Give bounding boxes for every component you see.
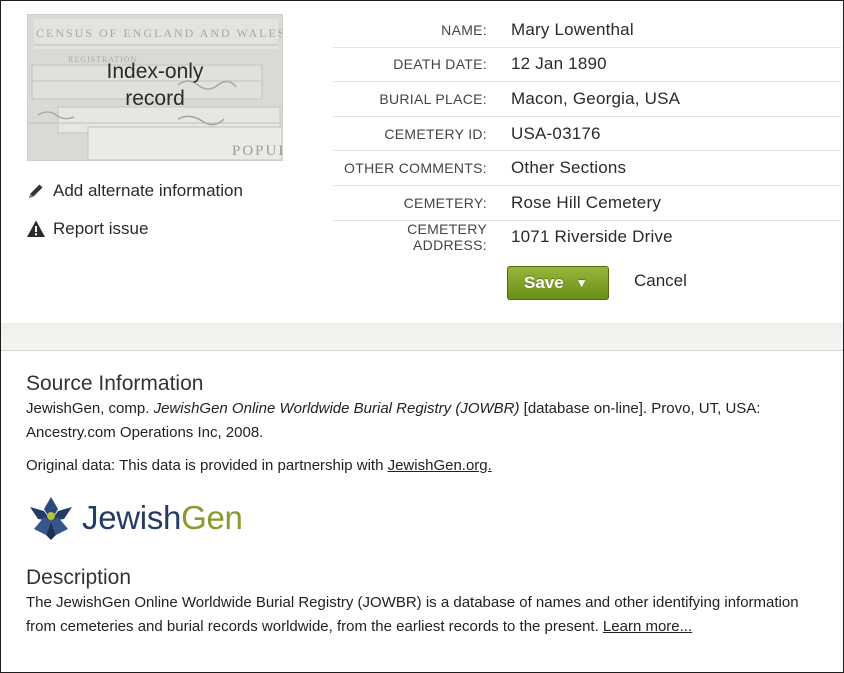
field-value: Other Sections: [511, 158, 627, 178]
citation-title: JewishGen Online Worldwide Burial Regist…: [153, 400, 520, 417]
logo-part-jewish: Jewish: [82, 499, 182, 536]
thumb-bg-title: CENSUS OF ENGLAND AND WALES: [36, 26, 282, 40]
source-information-heading: Source Information: [26, 372, 204, 395]
field-row-cemetery-address: CEMETERY ADDRESS: 1071 Riverside Drive: [333, 221, 841, 255]
thumbnail-label: Index-only record: [28, 58, 282, 112]
learn-more-link[interactable]: Learn more...: [603, 618, 692, 635]
cancel-button[interactable]: Cancel: [634, 271, 687, 291]
jewishgen-logo[interactable]: JewishGen: [28, 493, 243, 543]
field-label: CEMETERY ID:: [384, 125, 487, 142]
original-data-note: Original data: This data is provided in …: [26, 454, 826, 478]
pencil-icon: [29, 184, 43, 198]
report-issue-link[interactable]: Report issue: [26, 217, 148, 241]
field-value: Mary Lowenthal: [511, 19, 634, 39]
field-row-name: NAME: Mary Lowenthal: [333, 13, 841, 48]
field-row-cemetery-id: CEMETERY ID: USA-03176: [333, 117, 841, 152]
field-label: NAME:: [441, 21, 487, 38]
field-label: CEMETERY:: [403, 194, 487, 211]
citation-prefix: JewishGen, comp.: [26, 400, 154, 417]
logo-part-gen: Gen: [181, 499, 243, 536]
report-issue-label: Report issue: [53, 219, 149, 238]
thumbnail-label-line1: Index-only: [106, 60, 204, 83]
field-value: Macon, Georgia, USA: [511, 88, 681, 108]
description-heading: Description: [26, 566, 132, 589]
field-label: CEMETERY ADDRESS:: [407, 221, 487, 254]
original-data-prefix: Original data: This data is provided in …: [26, 457, 388, 474]
record-thumbnail[interactable]: CENSUS OF ENGLAND AND WALES REGISTRATION…: [27, 14, 283, 161]
add-alternate-info-label: Add alternate information: [53, 181, 243, 200]
add-alternate-info-link[interactable]: Add alternate information: [26, 179, 243, 203]
save-button-label: Save: [524, 273, 564, 292]
page-frame: CENSUS OF ENGLAND AND WALES REGISTRATION…: [0, 0, 844, 673]
thumbnail-label-line2: record: [125, 87, 185, 110]
field-value: 12 Jan 1890: [511, 54, 607, 74]
warning-icon: [27, 220, 45, 237]
field-label: OTHER COMMENTS:: [344, 160, 487, 177]
field-row-burial-place: BURIAL PLACE: Macon, Georgia, USA: [333, 82, 841, 117]
record-fields: NAME: Mary Lowenthal DEATH DATE: 12 Jan …: [333, 13, 841, 254]
source-citation: JewishGen, comp. JewishGen Online Worldw…: [26, 397, 826, 445]
description-text: The JewishGen Online Worldwide Burial Re…: [26, 591, 831, 639]
field-row-death-date: DEATH DATE: 12 Jan 1890: [333, 48, 841, 83]
section-divider-band: [1, 323, 843, 351]
field-row-cemetery: CEMETERY: Rose Hill Cemetery: [333, 186, 841, 221]
jewishgen-emblem-icon: [30, 497, 72, 540]
field-label: BURIAL PLACE:: [379, 90, 487, 107]
field-row-other-comments: OTHER COMMENTS: Other Sections: [333, 151, 841, 186]
dropdown-caret-icon[interactable]: ▼: [576, 276, 588, 290]
thumb-bg-bottom: POPUL: [232, 143, 282, 159]
record-card: CENSUS OF ENGLAND AND WALES REGISTRATION…: [1, 1, 843, 324]
jewishgen-wordmark: JewishGen: [82, 499, 243, 537]
field-value: 1071 Riverside Drive: [511, 227, 673, 247]
field-label: DEATH DATE:: [393, 56, 487, 73]
save-button[interactable]: Save ▼: [507, 266, 609, 300]
field-value: Rose Hill Cemetery: [511, 192, 662, 212]
jewishgen-link[interactable]: JewishGen.org.: [388, 457, 492, 474]
field-value: USA-03176: [511, 123, 601, 143]
